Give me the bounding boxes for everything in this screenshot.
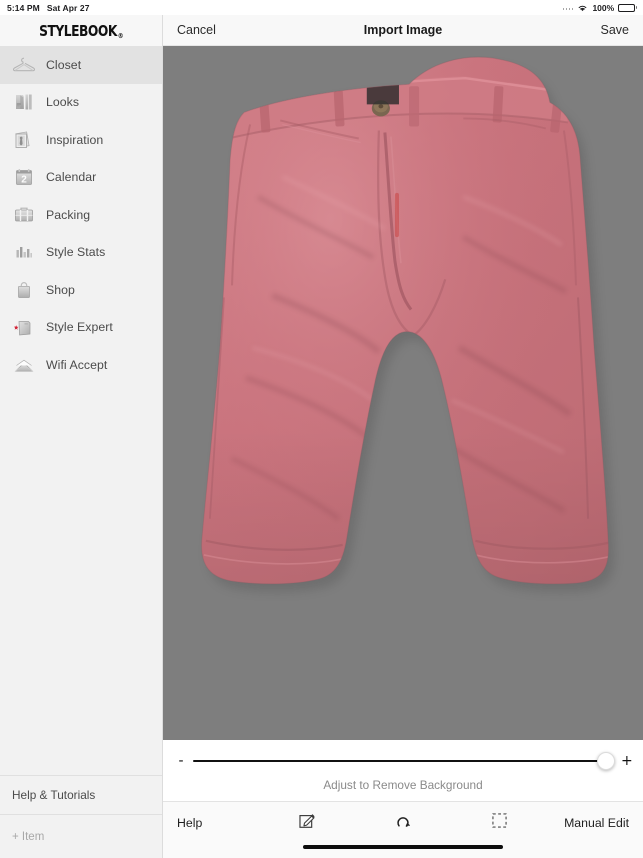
background-threshold-slider[interactable]: [193, 752, 615, 770]
detail-pane: Cancel Import Image Save - + Adjust to R…: [163, 15, 643, 858]
slider-row: - +: [163, 749, 643, 773]
status-bar-left: 5:14 PM Sat Apr 27: [7, 0, 90, 15]
sidebar-item-style-stats[interactable]: Style Stats: [0, 234, 162, 272]
home-indicator-bar[interactable]: [303, 845, 503, 849]
outfit-icon: [11, 89, 37, 115]
shorts-photo: [163, 46, 643, 740]
bottom-toolbar: Help Manual Edit: [163, 802, 643, 844]
save-button[interactable]: Save: [601, 23, 630, 37]
book-star-icon: [11, 314, 37, 340]
sidebar-item-closet[interactable]: Closet: [0, 46, 162, 84]
add-item-label: + Item: [12, 830, 45, 843]
app-root: 5:14 PM Sat Apr 27 100% STYLEBOOK® Close…: [0, 0, 643, 858]
manual-edit-button[interactable]: Manual Edit: [564, 816, 629, 830]
sidebar-item-label: Style Expert: [46, 320, 113, 335]
sidebar-item-label: Closet: [46, 57, 82, 72]
help-tutorials-label: Help & Tutorials: [12, 788, 96, 802]
app-logo: STYLEBOOK®: [0, 15, 162, 46]
crop-button[interactable]: [451, 813, 547, 833]
sidebar-nav-list: Closet Looks Inspiration 2 Calendar Pack…: [0, 46, 162, 775]
hanger-icon: [11, 52, 37, 78]
undo-button[interactable]: [355, 813, 451, 834]
sidebar: STYLEBOOK® Closet Looks Inspiration 2 Ca…: [0, 15, 163, 858]
sidebar-item-label: Packing: [46, 207, 91, 222]
page-title: Import Image: [363, 23, 443, 37]
envelope-icon: [11, 352, 37, 378]
help-button[interactable]: Help: [177, 816, 202, 830]
battery-percent-label: 100%: [592, 2, 615, 13]
logo-registered-mark: ®: [118, 31, 124, 40]
cancel-button[interactable]: Cancel: [177, 23, 216, 37]
main-split: STYLEBOOK® Closet Looks Inspiration 2 Ca…: [0, 15, 643, 858]
sidebar-item-packing[interactable]: Packing: [0, 196, 162, 234]
background-removal-slider-zone: - + Adjust to Remove Background: [163, 740, 643, 802]
sidebar-item-help-tutorials[interactable]: Help & Tutorials: [0, 775, 162, 814]
wifi-icon: [577, 4, 588, 12]
sidebar-item-wifi-accept[interactable]: Wifi Accept: [0, 346, 162, 384]
logo-text: STYLEBOOK: [39, 21, 118, 40]
sidebar-item-calendar[interactable]: 2 Calendar: [0, 159, 162, 197]
sidebar-item-label: Wifi Accept: [46, 357, 108, 372]
status-date: Sat Apr 27: [46, 2, 90, 13]
status-time: 5:14 PM: [7, 2, 40, 13]
status-bar-right: 100%: [562, 0, 637, 15]
add-item-button[interactable]: + Item: [0, 814, 162, 858]
sidebar-item-shop[interactable]: Shop: [0, 271, 162, 309]
import-image-navbar: Cancel Import Image Save: [163, 15, 643, 46]
sidebar-item-inspiration[interactable]: Inspiration: [0, 121, 162, 159]
svg-text:2: 2: [21, 175, 27, 186]
calendar-icon: 2: [11, 164, 37, 190]
suitcase-icon: [11, 202, 37, 228]
signal-dots-icon: [562, 5, 574, 11]
battery-full-icon: [618, 3, 637, 12]
sidebar-item-label: Looks: [46, 95, 80, 110]
bar-chart-icon: [11, 239, 37, 265]
slider-decrease-button[interactable]: -: [177, 754, 185, 768]
status-bar: 5:14 PM Sat Apr 27 100%: [0, 0, 643, 15]
shopping-bag-icon: [11, 277, 37, 303]
sidebar-item-style-expert[interactable]: Style Expert: [0, 309, 162, 347]
sidebar-item-label: Style Stats: [46, 245, 106, 260]
edit-pencil-square-button[interactable]: [259, 812, 355, 835]
dashed-crop-square-icon: [491, 813, 507, 833]
image-canvas[interactable]: [163, 46, 643, 740]
sidebar-item-label: Calendar: [46, 170, 97, 185]
sidebar-item-looks[interactable]: Looks: [0, 84, 162, 122]
home-indicator-area: [163, 844, 643, 858]
pencil-in-square-icon: [298, 812, 316, 835]
sidebar-item-label: Shop: [46, 282, 75, 297]
slider-knob[interactable]: [597, 752, 615, 770]
photos-icon: [11, 127, 37, 153]
sidebar-item-label: Inspiration: [46, 132, 104, 147]
slider-track: [193, 759, 613, 763]
slider-caption: Adjust to Remove Background: [323, 778, 483, 792]
slider-increase-button[interactable]: +: [621, 754, 633, 768]
undo-arrow-icon: [395, 813, 411, 834]
